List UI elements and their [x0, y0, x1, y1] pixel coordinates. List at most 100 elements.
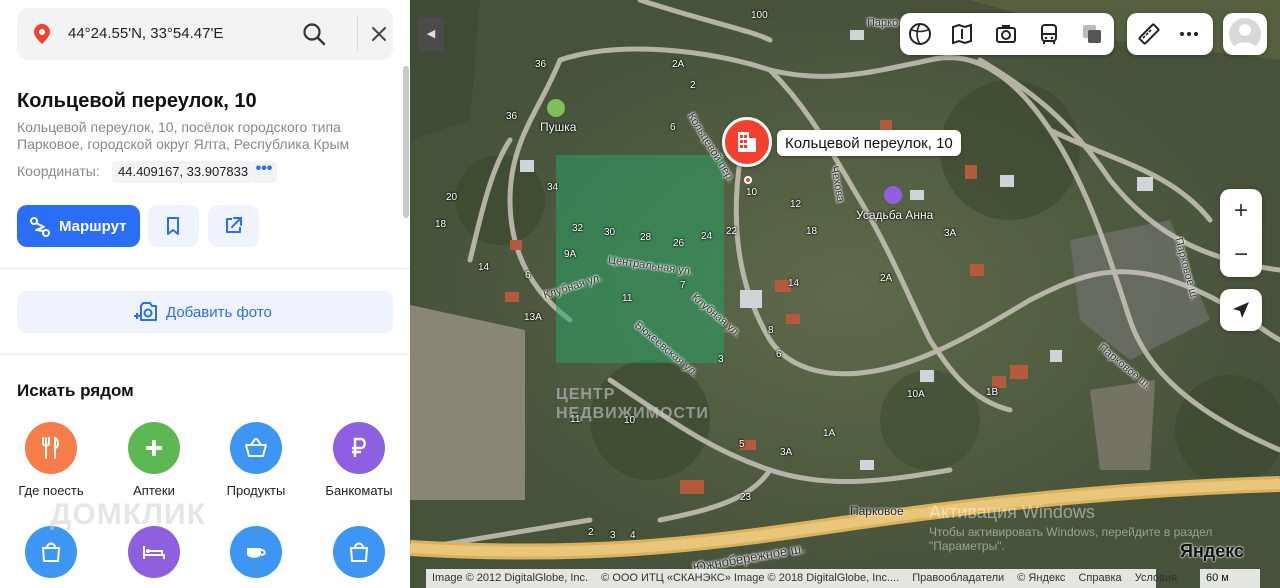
zoom-out-button[interactable]: − [1220, 233, 1262, 277]
add-photo-button[interactable]: Добавить фото [17, 291, 393, 333]
category-food[interactable]: Где поесть [3, 422, 99, 498]
collapse-panel-button[interactable]: ◀ [418, 17, 444, 51]
add-photo-label: Добавить фото [166, 304, 272, 321]
basket-icon [230, 422, 282, 474]
help-link[interactable]: Справка [1078, 572, 1121, 584]
house-number: 23 [740, 492, 752, 503]
place-panel: 44°24.55'N, 33°54.47'E Кольцевой переуло… [0, 0, 410, 588]
route-button-label: Маршрут [59, 218, 127, 235]
house-number: 4 [630, 530, 636, 541]
yandex-logo[interactable]: Яндекс [1180, 541, 1244, 562]
copyright-holders-link[interactable]: Правообладатели [912, 572, 1004, 584]
plus-icon [128, 422, 180, 474]
bag-icon [25, 526, 77, 578]
category-hotels[interactable] [106, 526, 202, 578]
bookmark-button[interactable] [148, 205, 199, 247]
category-atm[interactable]: Банкоматы [311, 422, 407, 498]
house-number: 2А [880, 273, 893, 284]
category-shops[interactable] [3, 526, 99, 578]
house-number: 36 [506, 111, 518, 122]
terms-link[interactable]: Условия [1135, 572, 1177, 584]
search-icon[interactable] [301, 21, 327, 47]
poi-parkovoe[interactable]: Парковое [850, 504, 904, 518]
share-icon [226, 217, 242, 233]
navigation-arrow-icon [1233, 302, 1249, 318]
yandex-copyright: © Яндекс [1017, 572, 1066, 584]
avatar-icon [1229, 18, 1261, 50]
map-tools-toolbar [1127, 13, 1213, 55]
house-number: 5 [739, 439, 745, 450]
house-number: 3 [610, 530, 616, 541]
house-number: 8 [768, 325, 774, 336]
category-groceries[interactable]: Продукты [208, 422, 304, 498]
house-number: 22 [726, 226, 738, 237]
close-icon[interactable] [369, 24, 389, 44]
transit-icon[interactable] [1037, 22, 1061, 46]
route-icon [30, 217, 50, 237]
bookmark-icon [167, 217, 179, 235]
ruler-icon[interactable] [1137, 22, 1161, 46]
map-attribution: Image © 2012 DigitalGlobe, Inc. © ООО ИТ… [426, 569, 1177, 588]
map-layers-toolbar [900, 13, 1114, 55]
watermark-text: ЦЕНТР НЕДВИЖИМОСТИ [556, 386, 709, 422]
search-input[interactable]: 44°24.55'N, 33°54.47'E [68, 25, 223, 42]
divider [0, 354, 410, 355]
search-separator [357, 16, 358, 52]
house-number: 14 [788, 278, 800, 289]
location-pin-icon [34, 24, 50, 44]
more-icon[interactable] [1177, 22, 1201, 46]
house-number: 18 [435, 219, 447, 230]
domclick-watermark: ДОМКЛИК [50, 498, 206, 531]
attribution-text: © ООО ИТЦ «СКАНЭКС» Image © 2018 Digital… [601, 572, 900, 584]
category-cafe[interactable] [208, 526, 304, 578]
poi-pushka[interactable]: Пушка [540, 120, 576, 134]
house-number: 7 [680, 280, 686, 291]
house-number: 6 [776, 349, 782, 360]
bag-icon [333, 526, 385, 578]
building-icon [738, 132, 756, 152]
house-number: 3А [780, 447, 793, 458]
marker-label[interactable]: Кольцевой переулок, 10 [777, 130, 961, 156]
route-button[interactable]: Маршрут [17, 205, 140, 247]
zoom-control: + − [1220, 189, 1262, 277]
panel-scrollbar[interactable] [403, 66, 409, 218]
map-scale: 60 м [1200, 569, 1260, 588]
windows-activation-title: Активация Windows [929, 502, 1095, 522]
house-number: 30 [604, 227, 616, 238]
place-address: Кольцевой переулок, 10, посёлок городско… [17, 119, 350, 152]
category-pharmacy[interactable]: Аптеки [106, 422, 202, 498]
attribution-text: Image © 2012 DigitalGlobe, Inc. [432, 572, 589, 584]
house-number: 32 [572, 223, 584, 234]
layers-icon[interactable] [908, 22, 932, 46]
house-number: 1А [823, 428, 836, 439]
locate-me-button[interactable] [1220, 289, 1262, 331]
house-number: 18 [806, 226, 818, 237]
nearby-title: Искать рядом [17, 381, 134, 400]
traffic-icon[interactable] [950, 22, 974, 46]
bed-icon [128, 526, 180, 578]
satellite-imagery [410, 0, 1280, 588]
coords-label: Координаты: [17, 163, 100, 179]
cup-icon [230, 526, 282, 578]
map-view[interactable]: ЦЕНТР НЕДВИЖИМОСТИ ◀ + − Кольцевой переу… [410, 0, 1280, 588]
coords-value[interactable]: 44.409167, 33.907833 [112, 161, 255, 183]
house-number: 100 [751, 10, 768, 21]
hotel-icon[interactable] [884, 186, 902, 204]
map-type-icon[interactable] [1080, 22, 1104, 46]
category-stores[interactable] [311, 526, 407, 578]
divider [0, 268, 410, 269]
zoom-in-button[interactable]: + [1220, 189, 1262, 233]
user-avatar-button[interactable] [1223, 13, 1267, 55]
house-number: 9А [564, 249, 577, 260]
search-bar[interactable]: 44°24.55'N, 33°54.47'E [17, 8, 393, 60]
house-number: 26 [673, 238, 685, 249]
place-marker[interactable] [722, 117, 772, 167]
share-button[interactable] [208, 205, 259, 247]
panorama-icon[interactable] [994, 22, 1018, 46]
category-label: Аптеки [133, 483, 175, 498]
cannon-icon[interactable] [547, 99, 565, 117]
house-number: 10 [624, 415, 636, 426]
poi-usadba[interactable]: Усадьба Анна [856, 208, 933, 222]
house-number: 2 [588, 527, 594, 538]
coords-more-button[interactable]: ••• [251, 161, 277, 183]
